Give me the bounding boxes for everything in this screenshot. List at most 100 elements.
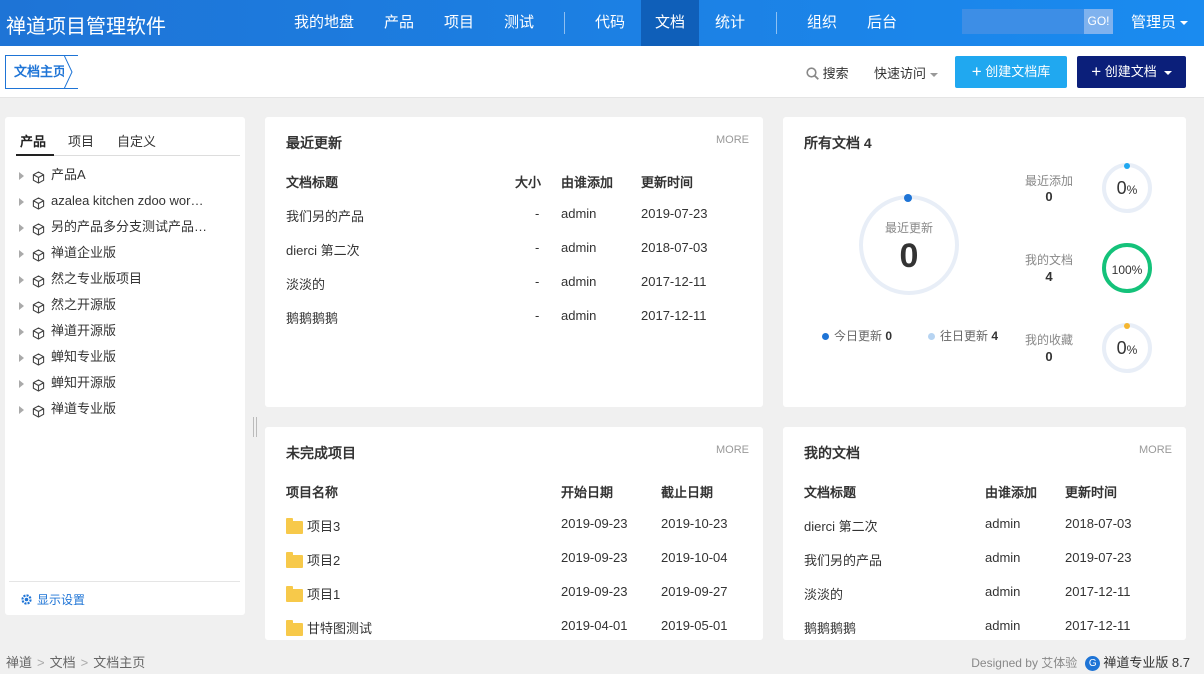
sidebar-resize-handle[interactable] (253, 417, 257, 437)
tree-item[interactable]: 蝉知专业版 (19, 346, 219, 368)
nav-report[interactable]: 统计 (703, 0, 757, 46)
expand-arrow-icon[interactable] (19, 249, 24, 258)
expand-arrow-icon[interactable] (19, 327, 24, 336)
product-cube-icon (32, 403, 45, 418)
nav-test[interactable]: 测试 (492, 0, 546, 46)
stat-favorites-label: 我的收藏 (1024, 333, 1073, 347)
product-cube-icon (32, 195, 45, 210)
nav-divider (776, 12, 777, 34)
tree-item[interactable]: 然之专业版项目 (19, 268, 219, 290)
tree-item-label: 产品A (51, 167, 86, 182)
nav-my[interactable]: 我的地盘 (282, 0, 366, 46)
nav-product[interactable]: 产品 (372, 0, 426, 46)
create-doc-button[interactable]: + 创建文档 (1077, 56, 1186, 88)
version-link[interactable]: 禅道专业版 8.7 (1103, 655, 1190, 670)
folder-icon (286, 518, 303, 535)
doc-title-link[interactable]: 我们另的产品 (804, 550, 882, 569)
more-link[interactable]: MORE (716, 134, 749, 146)
create-doc-lib-button[interactable]: + 创建文档库 (955, 56, 1067, 88)
expand-arrow-icon[interactable] (19, 301, 24, 310)
doc-title-link[interactable]: 鹅鹅鹅鹅 (804, 618, 856, 637)
expand-arrow-icon[interactable] (19, 197, 24, 206)
doc-title-link[interactable]: 淡淡的 (804, 584, 843, 603)
nav-company[interactable]: 组织 (795, 0, 849, 46)
breadcrumb-item[interactable]: 禅道 (6, 655, 32, 670)
nav-project[interactable]: 项目 (432, 0, 486, 46)
tree-item[interactable]: 禅道专业版 (19, 398, 219, 420)
breadcrumb-separator: > (37, 655, 45, 670)
col-header-title[interactable]: 文档标题 (804, 482, 856, 501)
project-link[interactable]: 项目3 (286, 516, 340, 535)
stat-recent-added-label: 最近添加 (1024, 174, 1073, 188)
doc-title-link[interactable]: dierci 第二次 (286, 240, 360, 259)
product-cube-icon (32, 221, 45, 236)
doc-title-link[interactable]: 鹅鹅鹅鹅 (286, 308, 338, 327)
col-header-start[interactable]: 开始日期 (561, 482, 613, 501)
product-cube-icon (32, 273, 45, 288)
create-doc-lib-label: 创建文档库 (985, 64, 1051, 79)
expand-arrow-icon[interactable] (19, 171, 24, 180)
nav-code[interactable]: 代码 (583, 0, 637, 46)
expand-arrow-icon[interactable] (19, 275, 24, 284)
quick-access-dropdown[interactable]: 快速访问 (874, 63, 939, 82)
tab-product[interactable]: 产品 (20, 131, 46, 150)
tree-item-label: 蝉知开源版 (51, 375, 117, 390)
doc-size: - (535, 206, 540, 221)
product-cube-icon (32, 377, 45, 392)
tree-item[interactable]: 禅道开源版 (19, 320, 219, 342)
folder-icon (286, 552, 303, 569)
tab-project[interactable]: 项目 (68, 131, 94, 150)
expand-arrow-icon[interactable] (19, 223, 24, 232)
legend-past-label: 往日更新 (940, 329, 989, 343)
project-start: 2019-04-01 (561, 618, 628, 633)
tree-item-label: 然之专业版项目 (51, 271, 143, 286)
doc-title-link[interactable]: 淡淡的 (286, 274, 325, 293)
col-header-updated[interactable]: 更新时间 (1065, 482, 1117, 501)
designed-by-link[interactable]: Designed by 艾体验 (971, 656, 1077, 670)
nav-doc[interactable]: 文档 (641, 0, 699, 46)
breadcrumb-item[interactable]: 文档 (50, 655, 76, 670)
doc-title-link[interactable]: dierci 第二次 (804, 516, 878, 535)
more-link[interactable]: MORE (716, 444, 749, 456)
tree-item[interactable]: azalea kitchen zdoo wor… (19, 190, 219, 212)
expand-arrow-icon[interactable] (19, 405, 24, 414)
col-header-title[interactable]: 文档标题 (286, 172, 338, 191)
expand-arrow-icon[interactable] (19, 379, 24, 388)
doc-title-link[interactable]: 我们另的产品 (286, 206, 364, 225)
search-link[interactable]: 搜索 (806, 63, 849, 82)
app-title[interactable]: 禅道项目管理软件 (6, 10, 166, 39)
expand-arrow-icon[interactable] (19, 353, 24, 362)
project-link[interactable]: 项目2 (286, 550, 340, 569)
col-header-name[interactable]: 项目名称 (286, 482, 338, 501)
tree-item[interactable]: 蝉知开源版 (19, 372, 219, 394)
col-header-end[interactable]: 截止日期 (661, 482, 713, 501)
display-settings-link[interactable]: 显示设置 (20, 591, 85, 608)
project-start: 2019-09-23 (561, 584, 628, 599)
legend-today-value: 0 (885, 329, 893, 343)
doc-size: - (535, 308, 540, 323)
search-go-button[interactable]: GO! (1084, 9, 1113, 34)
tab-custom[interactable]: 自定义 (117, 131, 156, 150)
more-link[interactable]: MORE (1139, 444, 1172, 456)
project-name: 项目1 (307, 587, 341, 602)
tree-item[interactable]: 然之开源版 (19, 294, 219, 316)
nav-admin[interactable]: 后台 (855, 0, 909, 46)
global-search-input[interactable] (962, 9, 1084, 34)
col-header-added-by[interactable]: 由谁添加 (561, 172, 613, 191)
col-header-added-by[interactable]: 由谁添加 (985, 482, 1037, 501)
col-header-updated[interactable]: 更新时间 (641, 172, 693, 191)
doc-added-by: admin (985, 516, 1021, 531)
project-link[interactable]: 项目1 (286, 584, 340, 603)
tree-item[interactable]: 另的产品多分支测试产品… (19, 216, 219, 238)
tree-item[interactable]: 禅道企业版 (19, 242, 219, 264)
project-link[interactable]: 甘特图测试 (286, 618, 372, 637)
tree-item[interactable]: 产品A (19, 164, 219, 186)
chevron-down-icon (1163, 70, 1172, 75)
doc-added-by: admin (561, 206, 597, 221)
col-header-size[interactable]: 大小 (515, 172, 541, 191)
panel-title: 未完成项目 (286, 445, 356, 461)
product-cube-icon (32, 169, 45, 184)
user-menu[interactable]: 管理员 (1131, 0, 1189, 46)
doc-added-by: admin (561, 274, 597, 289)
ring-value: 0 (899, 237, 919, 275)
